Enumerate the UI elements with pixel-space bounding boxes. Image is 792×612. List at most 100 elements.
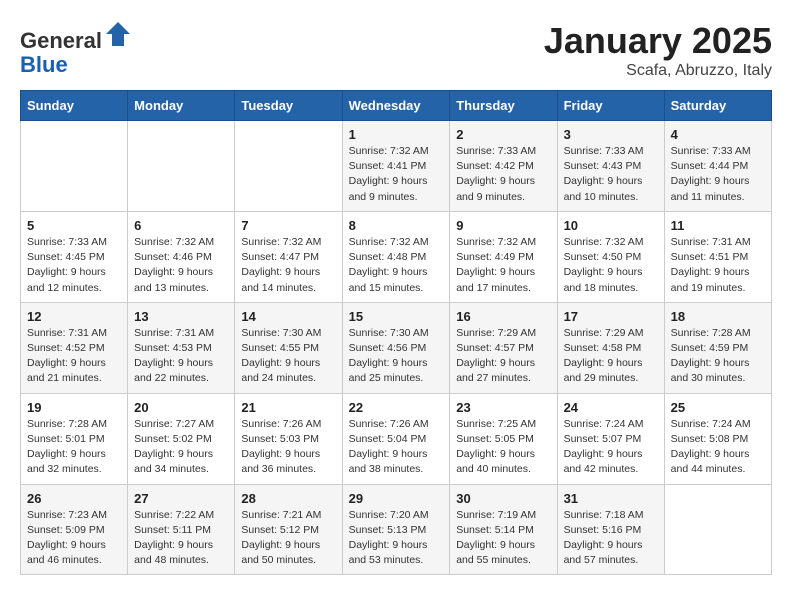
calendar-week-row: 12 Sunrise: 7:31 AM Sunset: 4:52 PM Dayli… bbox=[21, 302, 772, 393]
day-number: 22 bbox=[349, 400, 444, 415]
calendar-cell: 6 Sunrise: 7:32 AM Sunset: 4:46 PM Daylig… bbox=[128, 211, 235, 302]
day-info: Sunrise: 7:31 AM Sunset: 4:51 PM Dayligh… bbox=[671, 235, 765, 296]
calendar-cell: 25 Sunrise: 7:24 AM Sunset: 5:08 PM Dayli… bbox=[664, 393, 771, 484]
day-info: Sunrise: 7:31 AM Sunset: 4:52 PM Dayligh… bbox=[27, 326, 121, 387]
day-number: 19 bbox=[27, 400, 121, 415]
day-number: 12 bbox=[27, 309, 121, 324]
day-info: Sunrise: 7:30 AM Sunset: 4:56 PM Dayligh… bbox=[349, 326, 444, 387]
calendar-header-row: SundayMondayTuesdayWednesdayThursdayFrid… bbox=[21, 91, 772, 121]
calendar-cell: 1 Sunrise: 7:32 AM Sunset: 4:41 PM Daylig… bbox=[342, 121, 450, 212]
calendar-cell: 3 Sunrise: 7:33 AM Sunset: 4:43 PM Daylig… bbox=[557, 121, 664, 212]
day-number: 31 bbox=[564, 491, 658, 506]
calendar-week-row: 19 Sunrise: 7:28 AM Sunset: 5:01 PM Dayli… bbox=[21, 393, 772, 484]
day-number: 13 bbox=[134, 309, 228, 324]
day-number: 5 bbox=[27, 218, 121, 233]
day-number: 26 bbox=[27, 491, 121, 506]
calendar-cell: 14Sunrise: 7:30 AM Sunset: 4:55 PM Dayli… bbox=[235, 302, 342, 393]
day-number: 25 bbox=[671, 400, 765, 415]
day-info: Sunrise: 7:26 AM Sunset: 5:04 PM Dayligh… bbox=[349, 417, 444, 478]
day-number: 20 bbox=[134, 400, 228, 415]
day-number: 29 bbox=[349, 491, 444, 506]
calendar-cell: 11 Sunrise: 7:31 AM Sunset: 4:51 PM Dayli… bbox=[664, 211, 771, 302]
day-info: Sunrise: 7:31 AM Sunset: 4:53 PM Dayligh… bbox=[134, 326, 228, 387]
day-info: Sunrise: 7:33 AM Sunset: 4:45 PM Dayligh… bbox=[27, 235, 121, 296]
logo: General Blue bbox=[20, 20, 132, 77]
day-number: 2 bbox=[456, 127, 550, 142]
day-info: Sunrise: 7:24 AM Sunset: 5:07 PM Dayligh… bbox=[564, 417, 658, 478]
calendar-cell: 12 Sunrise: 7:31 AM Sunset: 4:52 PM Dayli… bbox=[21, 302, 128, 393]
day-info: Sunrise: 7:23 AM Sunset: 5:09 PM Dayligh… bbox=[27, 508, 121, 569]
day-number: 1 bbox=[349, 127, 444, 142]
calendar-cell: 18 Sunrise: 7:28 AM Sunset: 4:59 PM Dayli… bbox=[664, 302, 771, 393]
day-number: 7 bbox=[241, 218, 335, 233]
day-info: Sunrise: 7:32 AM Sunset: 4:46 PM Dayligh… bbox=[134, 235, 228, 296]
calendar-cell: 13 Sunrise: 7:31 AM Sunset: 4:53 PM Dayli… bbox=[128, 302, 235, 393]
day-number: 23 bbox=[456, 400, 550, 415]
day-number: 15 bbox=[349, 309, 444, 324]
logo-blue: Blue bbox=[20, 52, 68, 77]
calendar-cell: 30Sunrise: 7:19 AM Sunset: 5:14 PM Dayli… bbox=[450, 484, 557, 575]
day-info: Sunrise: 7:33 AM Sunset: 4:43 PM Dayligh… bbox=[564, 144, 658, 205]
day-number: 27 bbox=[134, 491, 228, 506]
logo-general: General bbox=[20, 28, 102, 53]
calendar-cell bbox=[21, 121, 128, 212]
calendar-cell: 19 Sunrise: 7:28 AM Sunset: 5:01 PM Dayli… bbox=[21, 393, 128, 484]
day-info: Sunrise: 7:32 AM Sunset: 4:41 PM Dayligh… bbox=[349, 144, 444, 205]
day-number: 10 bbox=[564, 218, 658, 233]
calendar-cell: 2 Sunrise: 7:33 AM Sunset: 4:42 PM Daylig… bbox=[450, 121, 557, 212]
col-header-sunday: Sunday bbox=[21, 91, 128, 121]
day-info: Sunrise: 7:25 AM Sunset: 5:05 PM Dayligh… bbox=[456, 417, 550, 478]
calendar-cell: 10 Sunrise: 7:32 AM Sunset: 4:50 PM Dayli… bbox=[557, 211, 664, 302]
calendar-cell: 20 Sunrise: 7:27 AM Sunset: 5:02 PM Dayli… bbox=[128, 393, 235, 484]
day-info: Sunrise: 7:27 AM Sunset: 5:02 PM Dayligh… bbox=[134, 417, 228, 478]
day-number: 16 bbox=[456, 309, 550, 324]
day-info: Sunrise: 7:32 AM Sunset: 4:50 PM Dayligh… bbox=[564, 235, 658, 296]
logo-icon bbox=[104, 20, 132, 48]
calendar-cell: 27 Sunrise: 7:22 AM Sunset: 5:11 PM Dayli… bbox=[128, 484, 235, 575]
calendar-cell bbox=[235, 121, 342, 212]
calendar-table: SundayMondayTuesdayWednesdayThursdayFrid… bbox=[20, 90, 772, 575]
day-number: 18 bbox=[671, 309, 765, 324]
day-number: 28 bbox=[241, 491, 335, 506]
day-info: Sunrise: 7:32 AM Sunset: 4:48 PM Dayligh… bbox=[349, 235, 444, 296]
calendar-week-row: 1 Sunrise: 7:32 AM Sunset: 4:41 PM Daylig… bbox=[21, 121, 772, 212]
calendar-cell: 9 Sunrise: 7:32 AM Sunset: 4:49 PM Daylig… bbox=[450, 211, 557, 302]
day-number: 9 bbox=[456, 218, 550, 233]
page-header: General Blue January 2025 Scafa, Abruzzo… bbox=[20, 20, 772, 80]
day-info: Sunrise: 7:20 AM Sunset: 5:13 PM Dayligh… bbox=[349, 508, 444, 569]
calendar-cell bbox=[128, 121, 235, 212]
calendar-cell bbox=[664, 484, 771, 575]
day-number: 6 bbox=[134, 218, 228, 233]
day-number: 4 bbox=[671, 127, 765, 142]
title-block: January 2025 Scafa, Abruzzo, Italy bbox=[544, 20, 772, 80]
calendar-cell: 15 Sunrise: 7:30 AM Sunset: 4:56 PM Dayli… bbox=[342, 302, 450, 393]
day-info: Sunrise: 7:28 AM Sunset: 5:01 PM Dayligh… bbox=[27, 417, 121, 478]
day-info: Sunrise: 7:28 AM Sunset: 4:59 PM Dayligh… bbox=[671, 326, 765, 387]
day-info: Sunrise: 7:33 AM Sunset: 4:42 PM Dayligh… bbox=[456, 144, 550, 205]
calendar-week-row: 5 Sunrise: 7:33 AM Sunset: 4:45 PM Daylig… bbox=[21, 211, 772, 302]
col-header-wednesday: Wednesday bbox=[342, 91, 450, 121]
calendar-cell: 17Sunrise: 7:29 AM Sunset: 4:58 PM Dayli… bbox=[557, 302, 664, 393]
day-info: Sunrise: 7:29 AM Sunset: 4:57 PM Dayligh… bbox=[456, 326, 550, 387]
calendar-cell: 16 Sunrise: 7:29 AM Sunset: 4:57 PM Dayli… bbox=[450, 302, 557, 393]
day-info: Sunrise: 7:22 AM Sunset: 5:11 PM Dayligh… bbox=[134, 508, 228, 569]
calendar-cell: 23 Sunrise: 7:25 AM Sunset: 5:05 PM Dayli… bbox=[450, 393, 557, 484]
calendar-week-row: 26 Sunrise: 7:23 AM Sunset: 5:09 PM Dayli… bbox=[21, 484, 772, 575]
day-number: 3 bbox=[564, 127, 658, 142]
col-header-friday: Friday bbox=[557, 91, 664, 121]
calendar-cell: 29 Sunrise: 7:20 AM Sunset: 5:13 PM Dayli… bbox=[342, 484, 450, 575]
day-info: Sunrise: 7:30 AM Sunset: 4:55 PM Dayligh… bbox=[241, 326, 335, 387]
day-number: 21 bbox=[241, 400, 335, 415]
calendar-cell: 28 Sunrise: 7:21 AM Sunset: 5:12 PM Dayli… bbox=[235, 484, 342, 575]
calendar-cell: 7Sunrise: 7:32 AM Sunset: 4:47 PM Daylig… bbox=[235, 211, 342, 302]
day-info: Sunrise: 7:29 AM Sunset: 4:58 PM Dayligh… bbox=[564, 326, 658, 387]
calendar-cell: 21Sunrise: 7:26 AM Sunset: 5:03 PM Dayli… bbox=[235, 393, 342, 484]
day-info: Sunrise: 7:33 AM Sunset: 4:44 PM Dayligh… bbox=[671, 144, 765, 205]
day-number: 11 bbox=[671, 218, 765, 233]
day-info: Sunrise: 7:24 AM Sunset: 5:08 PM Dayligh… bbox=[671, 417, 765, 478]
day-number: 30 bbox=[456, 491, 550, 506]
day-info: Sunrise: 7:21 AM Sunset: 5:12 PM Dayligh… bbox=[241, 508, 335, 569]
col-header-monday: Monday bbox=[128, 91, 235, 121]
day-info: Sunrise: 7:32 AM Sunset: 4:49 PM Dayligh… bbox=[456, 235, 550, 296]
day-number: 24 bbox=[564, 400, 658, 415]
